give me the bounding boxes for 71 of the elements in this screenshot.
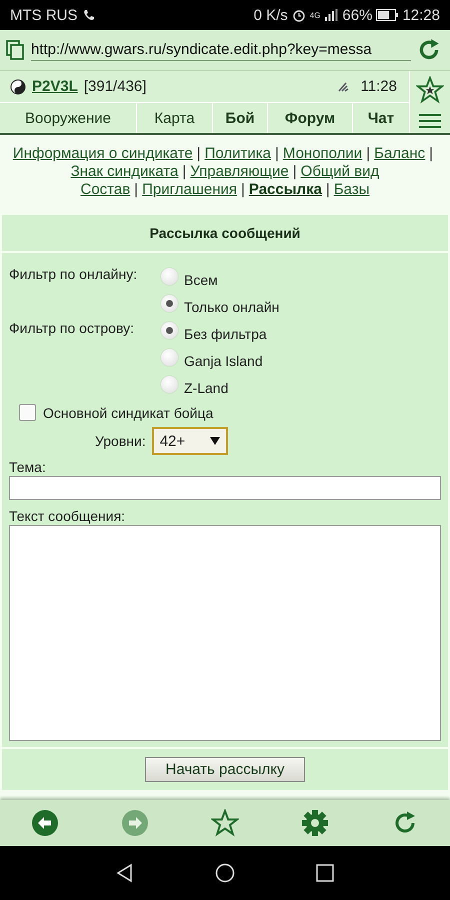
section-link[interactable]: Состав	[80, 181, 130, 198]
radio-label: Всем	[184, 272, 218, 288]
yin-yang-icon	[10, 78, 26, 94]
message-field[interactable]	[9, 525, 441, 741]
radio-label: Только онлайн	[184, 298, 280, 314]
link-separator: |	[134, 181, 138, 198]
section-link[interactable]: Знак синдиката	[70, 163, 178, 180]
home-icon[interactable]	[215, 863, 235, 883]
section-link[interactable]: Управляющие	[190, 163, 289, 180]
nav-tab[interactable]: Вооружение	[0, 103, 137, 133]
settings-icon[interactable]	[301, 809, 329, 837]
radio-button[interactable]	[161, 376, 178, 393]
game-time: 11:28	[360, 78, 397, 95]
link-separator: |	[429, 145, 434, 162]
filter-label: Фильтр по онлайну:	[9, 265, 138, 284]
start-mailing-button[interactable]: Начать рассылку	[144, 757, 306, 782]
section-link[interactable]: Информация о синдикате	[12, 145, 193, 162]
section-link[interactable]: Приглашения	[142, 181, 237, 198]
call-icon	[82, 8, 96, 22]
network-speed: 0 K/s	[254, 6, 288, 24]
player-link[interactable]: P2V3L	[32, 78, 78, 95]
link-separator: |	[292, 163, 297, 180]
link-separator: |	[275, 145, 279, 162]
nav-tab[interactable]: Карта	[137, 103, 213, 133]
dropdown-arrow-icon	[210, 437, 220, 445]
battery-icon	[376, 9, 398, 21]
link-separator: |	[196, 145, 201, 162]
star-icon[interactable]	[211, 809, 239, 837]
section-link[interactable]: Базы	[334, 181, 370, 198]
signal-icon	[336, 80, 349, 92]
back-icon[interactable]	[115, 863, 135, 883]
radio-label: Без фильтра	[184, 326, 267, 342]
nav-tab[interactable]: Бой	[213, 103, 268, 133]
star-icon[interactable]	[416, 76, 444, 104]
radio-button[interactable]	[161, 268, 178, 285]
nav-tab[interactable]: Чат	[353, 103, 409, 133]
network-type: 4G	[310, 10, 320, 20]
carrier-name: MTS RUS	[10, 6, 78, 24]
field-label: Тема:	[9, 459, 47, 475]
clock: 12:28	[402, 6, 440, 24]
link-separator: |	[182, 163, 186, 180]
section-link[interactable]: Общий вид	[300, 163, 380, 180]
radio-button[interactable]	[161, 349, 178, 366]
levels-select[interactable]: 42+	[152, 427, 228, 455]
radio-label: Ganja Island	[184, 352, 263, 368]
battery-percent: 66%	[342, 6, 372, 24]
link-separator: |	[240, 181, 245, 198]
player-stats: [391/436]	[84, 78, 146, 95]
checkbox[interactable]	[19, 404, 36, 421]
field-label: Текст сообщения:	[9, 508, 126, 524]
levels-label: Уровни:	[95, 433, 146, 449]
checkbox-label: Основной синдикат бойца	[43, 404, 214, 420]
back-icon[interactable]	[31, 809, 59, 837]
nav-tab[interactable]: Форум	[268, 103, 353, 133]
recents-icon[interactable]	[315, 863, 335, 883]
panel-title: Рассылка сообщений	[2, 215, 448, 253]
filter-label: Фильтр по острову:	[9, 319, 135, 338]
subject-field[interactable]	[9, 476, 441, 500]
link-separator: |	[366, 145, 370, 162]
radio-button[interactable]	[161, 322, 178, 339]
alarm-icon	[292, 8, 306, 22]
radio-label: Z-Land	[184, 380, 228, 396]
section-link[interactable]: Монополии	[282, 145, 362, 162]
link-separator: |	[326, 181, 330, 198]
copy-icon[interactable]	[6, 40, 26, 60]
radio-button[interactable]	[161, 295, 178, 312]
menu-icon[interactable]	[419, 114, 441, 128]
section-link[interactable]: Политика	[204, 145, 271, 162]
section-link[interactable]: Баланс	[374, 145, 426, 162]
section-link[interactable]: Рассылка	[248, 181, 322, 198]
signal-icon	[324, 8, 338, 22]
